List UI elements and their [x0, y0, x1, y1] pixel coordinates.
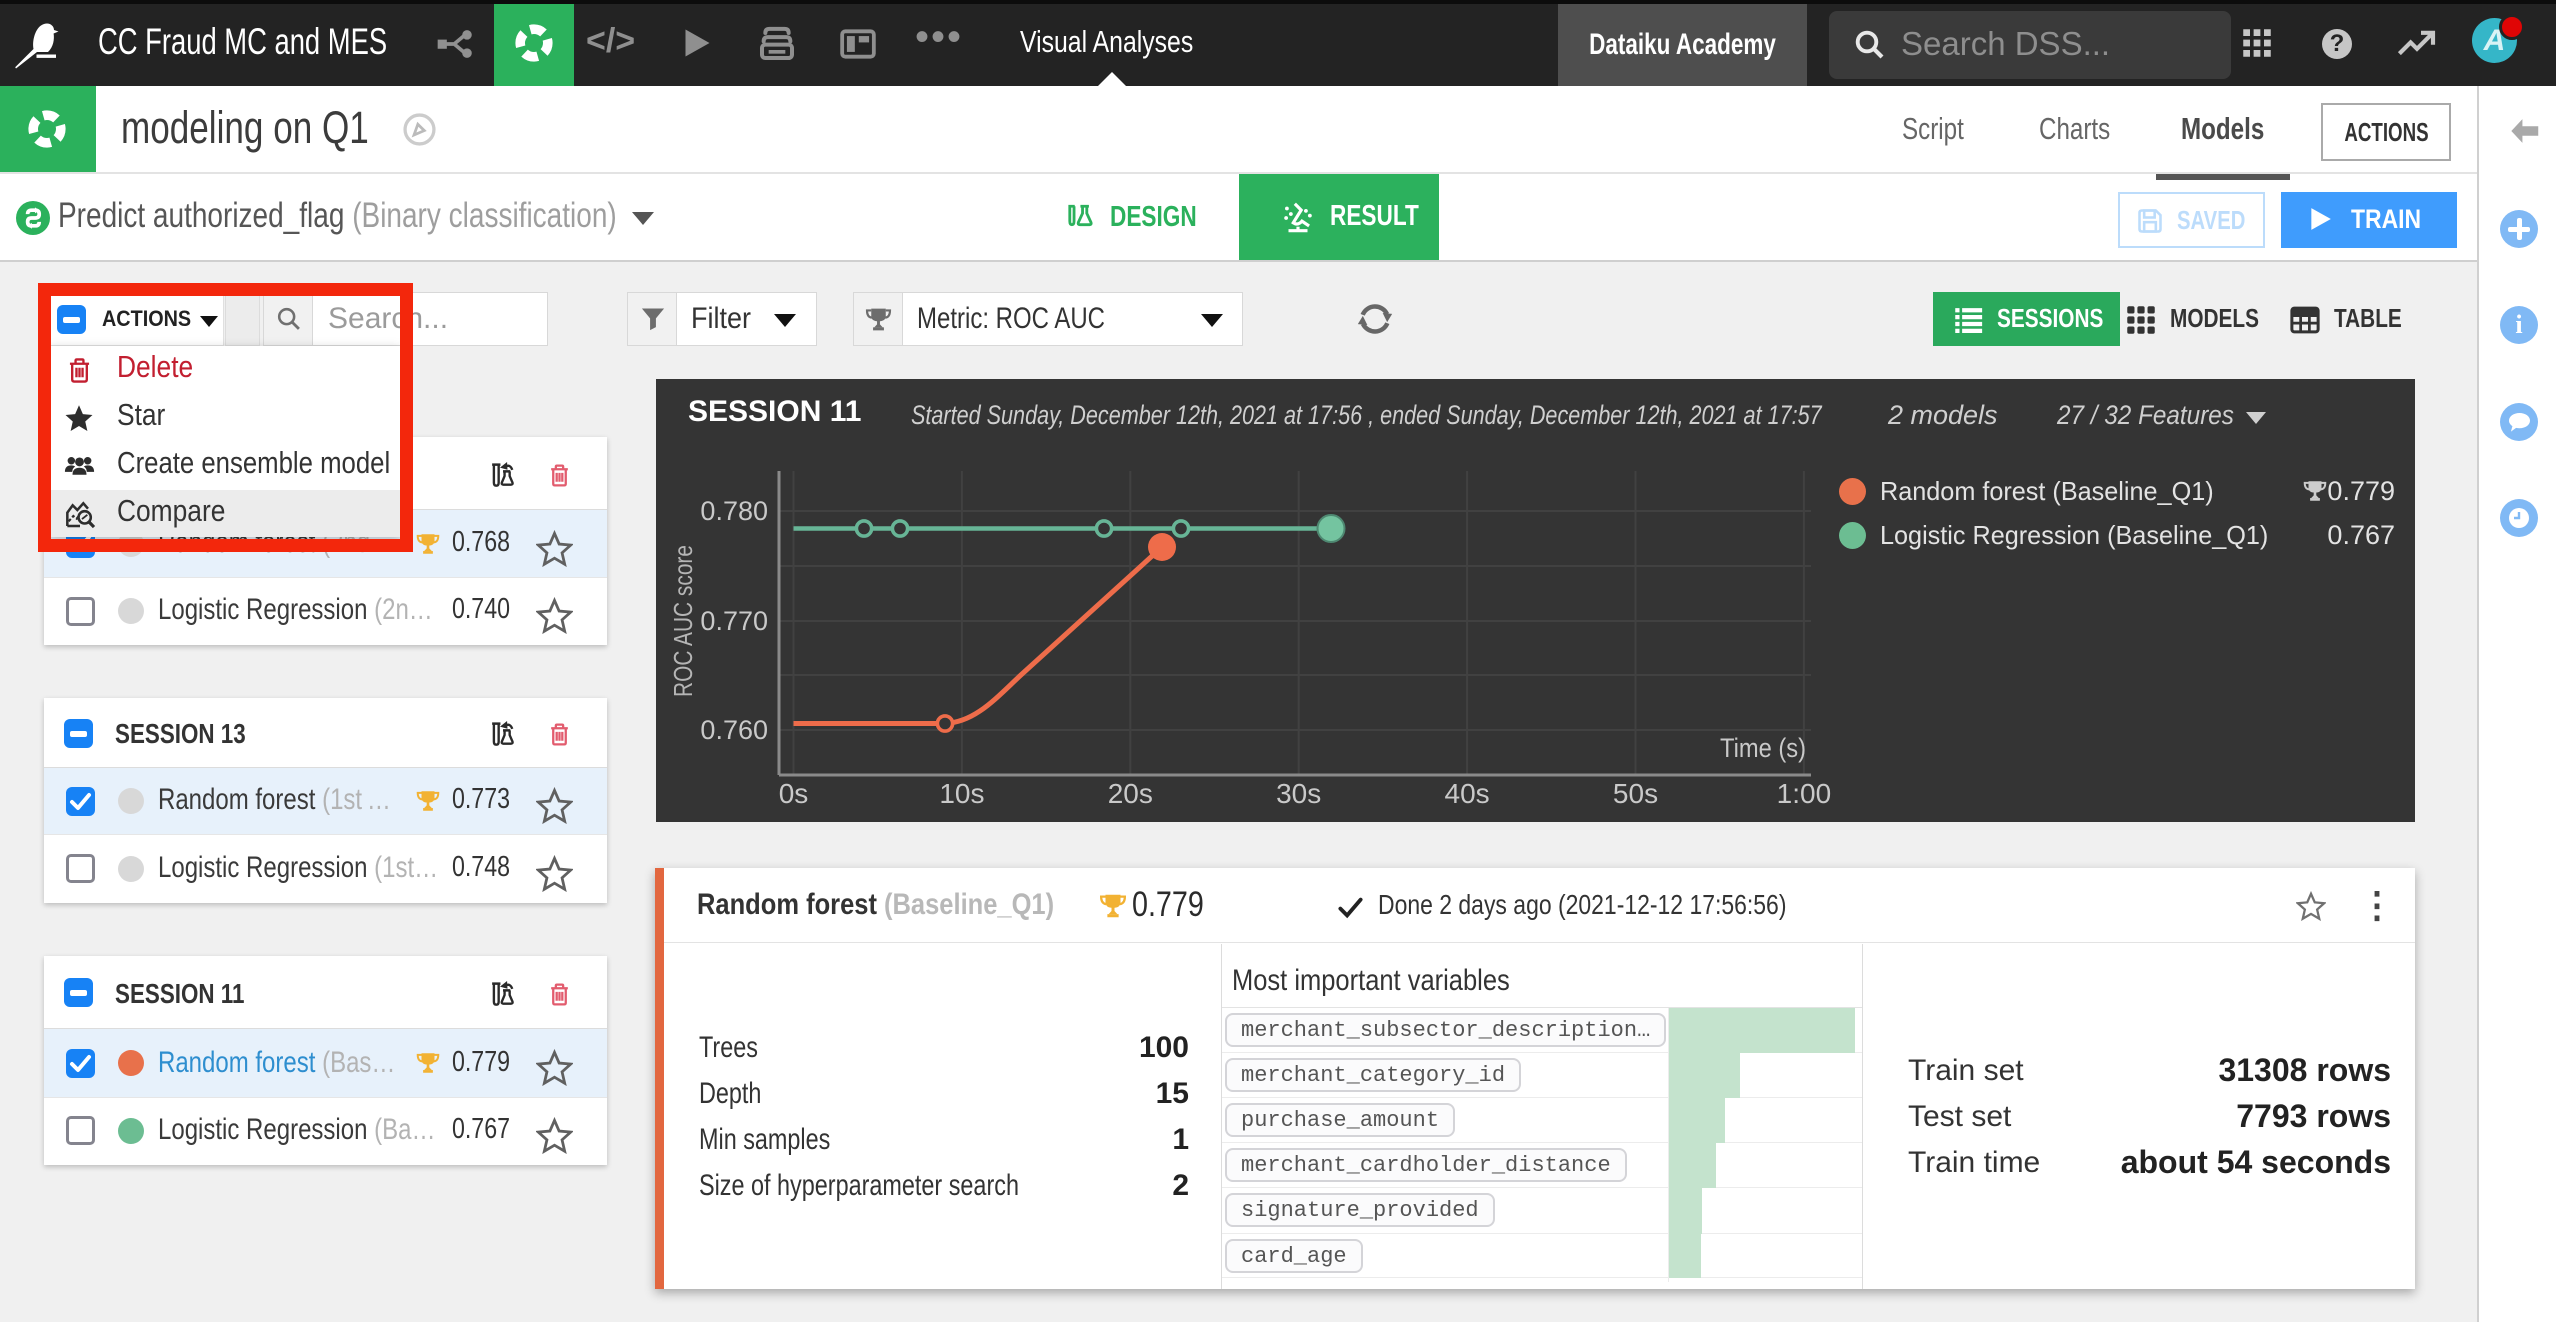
svg-text:10s: 10s [939, 778, 984, 809]
svg-text:40s: 40s [1445, 778, 1490, 809]
svg-text:0.780: 0.780 [700, 496, 768, 526]
svg-text:1:00: 1:00 [1777, 778, 1832, 809]
svg-text:20s: 20s [1108, 778, 1153, 809]
svg-text:0.770: 0.770 [700, 606, 768, 636]
svg-text:30s: 30s [1276, 778, 1321, 809]
svg-text:ROC AUC score: ROC AUC score [668, 545, 698, 697]
svg-text:50s: 50s [1613, 778, 1658, 809]
svg-text:0.760: 0.760 [700, 715, 768, 745]
svg-text:0s: 0s [779, 778, 809, 809]
svg-text:Time (s): Time (s) [1720, 733, 1806, 763]
